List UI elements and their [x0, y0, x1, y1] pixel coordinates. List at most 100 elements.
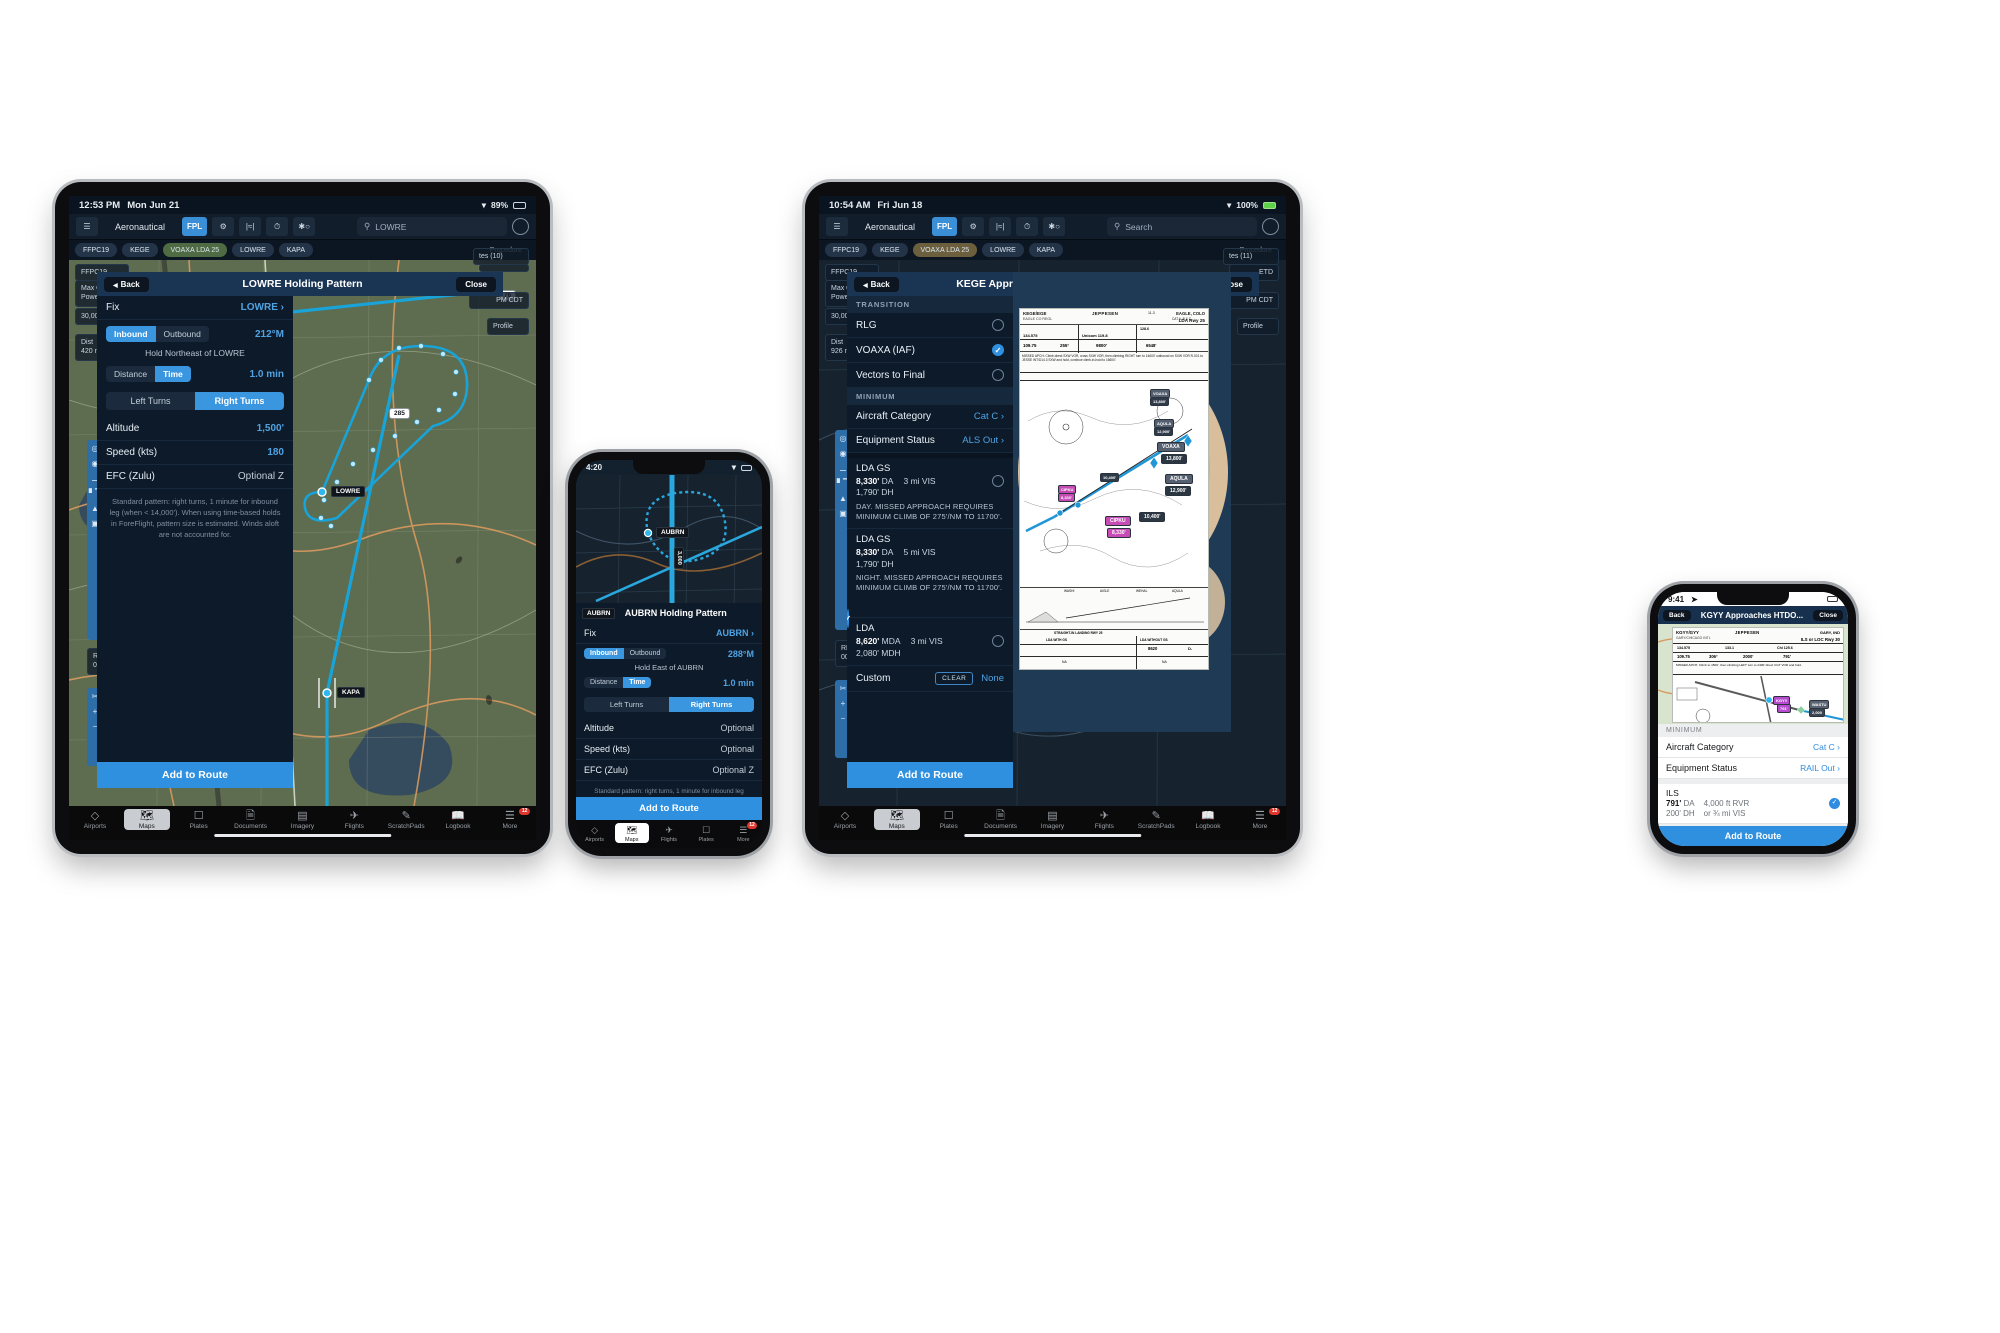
equipment-status-row[interactable]: Equipment Status ALS Out ›	[847, 429, 1013, 453]
efc-value[interactable]: Optional Z	[238, 471, 284, 482]
map-mode-button[interactable]: Aeronautical	[853, 217, 927, 236]
speed-row[interactable]: Speed (kts) 180	[97, 441, 293, 465]
segment-inbound[interactable]: Inbound	[106, 326, 156, 342]
zoom-in-icon[interactable]: +	[841, 699, 846, 708]
jeppesen-chart[interactable]: KGYY/GYY GARY/CHICAGO INTL JEPPESEN GARY…	[1672, 627, 1844, 723]
altitude-value[interactable]: 1,500'	[257, 423, 284, 434]
crosshair-tool-icon[interactable]: ◎	[840, 434, 847, 443]
segment-distance[interactable]: Distance	[584, 677, 623, 688]
leg-direction-segmented[interactable]: Inbound Outbound	[584, 648, 667, 659]
leg-size-segmented[interactable]: Distance Time	[106, 366, 191, 382]
zoom-out-icon[interactable]: −	[841, 714, 846, 723]
terrain-tool-icon[interactable]: ▲	[839, 494, 847, 503]
speed-row[interactable]: Speed (kts) Optional	[576, 739, 762, 760]
equipment-status-value[interactable]: ALS Out ›	[962, 435, 1004, 446]
route-chip[interactable]: FFPC19	[825, 243, 868, 257]
target-tool-icon[interactable]: ◉	[840, 449, 847, 458]
add-to-route-button[interactable]: Add to Route	[847, 762, 1013, 788]
sidebar-item-flights[interactable]: ✈ Flights	[652, 823, 686, 843]
leg-direction-segmented[interactable]: Inbound Outbound	[106, 326, 209, 342]
turn-direction-segmented[interactable]: Left Turns Right Turns	[106, 392, 284, 410]
efc-value[interactable]: Optional Z	[712, 765, 754, 775]
minimum-option[interactable]: LDA 8,620' MDA 3 mi VIS 2,080' MDH	[847, 618, 1013, 667]
crosshair-icon[interactable]	[512, 218, 529, 235]
equipment-status-row[interactable]: Equipment Status RAIL Out ›	[1658, 758, 1848, 779]
aircraft-category-row[interactable]: Aircraft Category Cat C ›	[1658, 737, 1848, 758]
sidebar-item-imagery[interactable]: ▤ Imagery	[1029, 809, 1075, 831]
inbound-course-value[interactable]: 288°M	[728, 649, 754, 659]
sidebar-item-scratchpads[interactable]: ✎ ScratchPads	[1133, 809, 1179, 831]
segment-left-turns[interactable]: Left Turns	[106, 392, 195, 410]
fpl-button[interactable]: FPL	[182, 217, 208, 236]
add-to-route-button[interactable]: Add to Route	[1658, 826, 1848, 846]
speed-value[interactable]: Optional	[720, 744, 754, 754]
route-chip[interactable]: FFPC19	[75, 243, 118, 257]
sidebar-item-airports[interactable]: ◇ Airports	[822, 809, 868, 831]
leg-size-value[interactable]: 1.0 min	[723, 678, 754, 688]
leg-size-segmented[interactable]: Distance Time	[584, 677, 652, 688]
crosshair-icon[interactable]	[1262, 218, 1279, 235]
fix-row[interactable]: Fix LOWRE ›	[97, 296, 293, 320]
back-button[interactable]: Back	[104, 276, 149, 292]
radio-icon[interactable]	[992, 369, 1004, 381]
sidebar-item-more[interactable]: 12 ☰ More	[1237, 808, 1283, 830]
altitude-row[interactable]: Altitude 1,500'	[97, 417, 293, 441]
fpl-button[interactable]: FPL	[932, 217, 958, 236]
sidebar-item-maps[interactable]: 🗺 Maps	[123, 809, 170, 830]
approach-chart-preview[interactable]: KGYY/GYY GARY/CHICAGO INTL JEPPESEN GARY…	[1658, 624, 1848, 724]
equipment-status-value[interactable]: RAIL Out ›	[1800, 763, 1840, 773]
timer-icon[interactable]: ⏱	[266, 217, 289, 236]
ruler-tool-icon[interactable]: ⚊	[839, 464, 846, 473]
map-mode-button[interactable]: Aeronautical	[103, 217, 177, 236]
inbound-outbound-row[interactable]: Inbound Outbound 288°M	[576, 644, 762, 660]
segment-inbound[interactable]: Inbound	[584, 648, 624, 659]
segment-outbound[interactable]: Outbound	[156, 326, 209, 342]
sidebar-item-plates[interactable]: ☐ Plates	[926, 809, 972, 831]
segment-time[interactable]: Time	[623, 677, 652, 688]
sidebar-item-maps[interactable]: 🗺 Maps	[614, 823, 649, 843]
sidebar-item-more[interactable]: 12 ☰ More	[487, 808, 533, 830]
segment-distance[interactable]: Distance	[106, 366, 155, 382]
timer-icon[interactable]: ⏱	[1016, 217, 1039, 236]
altitude-row[interactable]: Altitude Optional	[576, 718, 762, 739]
aircraft-category-row[interactable]: Aircraft Category Cat C ›	[847, 405, 1013, 429]
segment-left-turns[interactable]: Left Turns	[584, 697, 669, 712]
segment-right-turns[interactable]: Right Turns	[195, 392, 284, 410]
sidebar-item-airports[interactable]: ◇ Airports	[72, 809, 118, 831]
minimum-option[interactable]: LDA GS 8,330' DA 3 mi VIS 1,790' DH DAY.…	[847, 458, 1013, 530]
route-chip[interactable]: KAPA	[1028, 243, 1063, 257]
minimum-option[interactable]: ILS 791' DA 4,000 ft RVR 200' DH or ¾ mi…	[1658, 784, 1848, 824]
search-input[interactable]: ⚲ Search	[1107, 217, 1257, 236]
leg-size-row[interactable]: Distance Time 1.0 min	[576, 676, 762, 692]
layers-icon[interactable]: ☰	[76, 217, 98, 236]
route-chip[interactable]: VOAXA LDA 25	[162, 243, 228, 257]
altitude-value[interactable]: Optional	[720, 723, 754, 733]
efc-row[interactable]: EFC (Zulu) Optional Z	[576, 760, 762, 781]
sidebar-item-logbook[interactable]: 📖 Logbook	[435, 809, 481, 831]
gear-icon[interactable]: ⚙	[962, 217, 985, 236]
radar-icon[interactable]: ✱○	[293, 217, 316, 236]
minimum-option[interactable]: LDA GS 8,330' DA 5 mi VIS 1,790' DH NIGH…	[847, 529, 1013, 629]
efc-row[interactable]: EFC (Zulu) Optional Z	[97, 465, 293, 489]
sidebar-item-plates[interactable]: ☐ Plates	[689, 823, 723, 843]
radar-icon[interactable]: ✱○	[1043, 217, 1066, 236]
sidebar-item-scratchpads[interactable]: ✎ ScratchPads	[383, 809, 429, 831]
inbound-outbound-row[interactable]: Inbound Outbound 212°M	[97, 320, 293, 344]
radio-selected-icon[interactable]	[1829, 798, 1840, 809]
segment-right-turns[interactable]: Right Turns	[669, 697, 754, 712]
route-chip[interactable]: LOWRE	[232, 243, 274, 257]
route-chip[interactable]: KEGE	[872, 243, 908, 257]
add-to-route-button[interactable]: Add to Route	[576, 797, 762, 820]
back-button[interactable]: Back	[1663, 609, 1691, 621]
close-button[interactable]: Close	[456, 276, 496, 292]
sidebar-item-documents[interactable]: 🗎 Documents	[228, 809, 274, 831]
search-input[interactable]: ⚲ LOWRE	[357, 217, 507, 236]
speed-value[interactable]: 180	[267, 447, 284, 458]
sidebar-item-documents[interactable]: 🗎 Documents	[978, 809, 1024, 831]
route-chip[interactable]: LOWRE	[982, 243, 1024, 257]
scissors-icon[interactable]: ✂	[840, 684, 847, 693]
sidebar-item-imagery[interactable]: ▤ Imagery	[279, 809, 325, 831]
close-button[interactable]: Close	[1813, 609, 1843, 621]
aircraft-category-value[interactable]: Cat C ›	[974, 411, 1004, 422]
sidebar-item-flights[interactable]: ✈ Flights	[1081, 809, 1127, 831]
